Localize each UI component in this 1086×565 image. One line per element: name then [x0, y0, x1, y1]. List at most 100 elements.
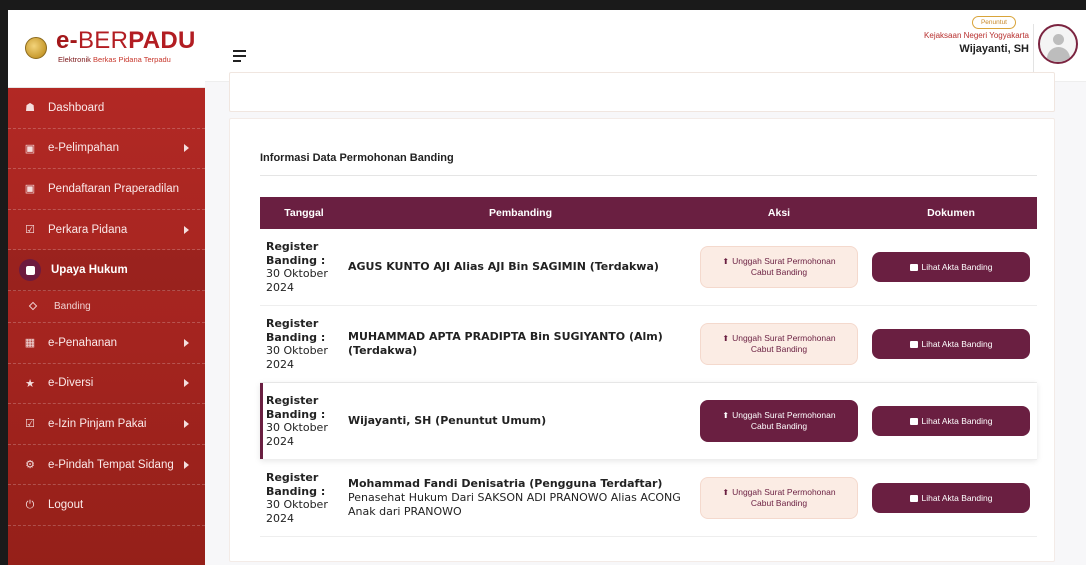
column-header-tanggal: Tanggal: [284, 207, 324, 219]
appellant-detail: Penasehat Hukum Dari SAKSON ADI PRANOWO …: [348, 491, 681, 518]
brand-subtitle: Elektronik Berkas Pidana Terpadu: [58, 55, 171, 64]
star-icon: ★: [25, 377, 35, 390]
sidebar-item-logout[interactable]: ⏻ Logout: [8, 485, 205, 526]
view-akta-button[interactable]: Lihat Akta Banding: [872, 252, 1030, 282]
action-cell: ⬆ Unggah Surat Permohonan Cabut Banding: [693, 246, 865, 288]
date-cell: Register Banding : 30 Oktober 2024: [260, 240, 348, 294]
divider: [260, 175, 1037, 176]
archive-icon: [909, 340, 918, 348]
sidebar-item-label: e-Penahanan: [48, 336, 118, 349]
archive-icon: [909, 417, 918, 425]
register-date: 30 Oktober 2024: [266, 344, 328, 371]
role-badge: Penuntut: [971, 16, 1016, 29]
user-name[interactable]: Wijayanti, SH: [959, 43, 1029, 55]
appellant-name: Wijayanti, SH (Penuntut Umum): [348, 414, 547, 427]
sidebar-item-label: e-Diversi: [48, 377, 94, 390]
archive-icon: [909, 494, 918, 502]
appellant-name: AGUS KUNTO AJI Alias AJI Bin SAGIMIN (Te…: [348, 260, 659, 273]
appellant-cell: Wijayanti, SH (Penuntut Umum): [348, 414, 693, 428]
view-akta-button[interactable]: Lihat Akta Banding: [872, 329, 1030, 359]
upload-withdrawal-button[interactable]: ⬆ Unggah Surat Permohonan Cabut Banding: [700, 246, 858, 288]
main-content: Informasi Data Permohonan Banding Tangga…: [205, 72, 1086, 565]
column-header-dokumen: Dokumen: [927, 207, 975, 219]
hamburger-menu-icon[interactable]: [233, 50, 246, 65]
sidebar-item-e-penahanan[interactable]: ▦ e-Penahanan: [8, 323, 205, 364]
card-previous: [229, 72, 1055, 112]
document-cell: Lihat Akta Banding: [865, 252, 1037, 282]
upload-icon: ⬆: [722, 488, 730, 497]
upload-icon: ⬆: [722, 411, 730, 420]
table-row: Register Banding : 30 Oktober 2024 MUHAM…: [260, 306, 1037, 383]
brand-logo[interactable]: e-BERPADU Elektronik Berkas Pidana Terpa…: [8, 10, 205, 88]
sidebar-item-label: Banding: [54, 300, 91, 312]
action-cell: ⬆ Unggah Surat Permohonan Cabut Banding: [693, 400, 865, 442]
sidebar-item-perkara-pidana[interactable]: ☑ Perkara Pidana: [8, 210, 205, 251]
sidebar-item-label: Logout: [48, 499, 84, 512]
upload-withdrawal-button[interactable]: ⬆ Unggah Surat Permohonan Cabut Banding: [700, 477, 858, 519]
chevron-right-icon: [184, 225, 189, 234]
check-icon: ☑: [25, 418, 35, 431]
upload-withdrawal-button[interactable]: ⬆ Unggah Surat Permohonan Cabut Banding: [700, 323, 858, 365]
sidebar-item-label: Perkara Pidana: [48, 223, 128, 236]
sidebar-item-e-diversi[interactable]: ★ e-Diversi: [8, 364, 205, 405]
sidebar-item-e-izin-pinjam-pakai[interactable]: ☑ e-Izin Pinjam Pakai: [8, 404, 205, 445]
action-cell: ⬆ Unggah Surat Permohonan Cabut Banding: [693, 477, 865, 519]
banding-table: Tanggal Pembanding Aksi Dokumen Register…: [260, 197, 1037, 537]
org-name: Kejaksaan Negeri Yogyakarta: [924, 31, 1029, 40]
appellant-cell: Mohammad Fandi Denisatria (Pengguna Terd…: [348, 477, 693, 519]
sidebar-item-label: Upaya Hukum: [51, 264, 128, 277]
chevron-right-icon: [184, 460, 189, 469]
diamond-icon: [28, 302, 38, 311]
archive-icon: [909, 263, 918, 271]
chevron-right-icon: [184, 144, 189, 153]
sidebar-item-e-pelimpahan[interactable]: ▣ e-Pelimpahan: [8, 129, 205, 170]
appellant-name: Mohammad Fandi Denisatria (Pengguna Terd…: [348, 477, 663, 490]
power-icon: ⏻: [25, 498, 35, 511]
sidebar-item-label: e-Izin Pinjam Pakai: [48, 417, 147, 430]
sidebar-item-label: Dashboard: [48, 101, 105, 114]
sidebar-item-e-pindah-tempat-sidang[interactable]: ⚙ e-Pindah Tempat Sidang: [8, 445, 205, 486]
home-icon: ☗: [25, 102, 35, 115]
sidebar-item-banding[interactable]: Banding: [8, 291, 205, 323]
app-frame: e-BERPADU Elektronik Berkas Pidana Terpa…: [8, 10, 1086, 565]
document-cell: Lihat Akta Banding: [865, 483, 1037, 513]
register-label: Register Banding :: [266, 394, 326, 421]
avatar[interactable]: [1038, 24, 1078, 64]
action-cell: ⬆ Unggah Surat Permohonan Cabut Banding: [693, 323, 865, 365]
grid-icon: ▦: [24, 337, 36, 350]
sidebar-item-upaya-hukum[interactable]: Upaya Hukum: [8, 250, 205, 291]
sidebar-item-dashboard[interactable]: ☗ Dashboard: [8, 88, 205, 129]
upload-icon: ⬆: [722, 334, 730, 343]
view-akta-button[interactable]: Lihat Akta Banding: [872, 483, 1030, 513]
gear-icon: ⚙: [25, 459, 35, 472]
banding-card: Informasi Data Permohonan Banding Tangga…: [229, 118, 1055, 562]
register-date: 30 Oktober 2024: [266, 267, 328, 294]
document-cell: Lihat Akta Banding: [865, 329, 1037, 359]
sidebar-menu: ☗ Dashboard ▣ e-Pelimpahan ▣ Pendaftaran…: [8, 88, 205, 526]
register-label: Register Banding :: [266, 317, 326, 344]
table-row: Register Banding : 30 Oktober 2024 AGUS …: [260, 229, 1037, 306]
table-row-selected: Register Banding : 30 Oktober 2024 Wijay…: [260, 383, 1037, 460]
chevron-right-icon: [184, 338, 189, 347]
brand-title: e-BERPADU: [56, 27, 196, 54]
view-akta-button[interactable]: Lihat Akta Banding: [872, 406, 1030, 436]
sidebar-item-label: e-Pindah Tempat Sidang: [48, 458, 174, 471]
date-cell: Register Banding : 30 Oktober 2024: [260, 394, 348, 448]
register-label: Register Banding :: [266, 240, 326, 267]
emblem-icon: [25, 37, 47, 59]
file-icon: [19, 259, 41, 282]
column-header-aksi: Aksi: [767, 207, 791, 219]
appellant-cell: MUHAMMAD APTA PRADIPTA Bin SUGIYANTO (Al…: [348, 330, 693, 358]
chevron-right-icon: [184, 379, 189, 388]
date-cell: Register Banding : 30 Oktober 2024: [260, 317, 348, 371]
check-icon: ☑: [25, 224, 35, 237]
appellant-cell: AGUS KUNTO AJI Alias AJI Bin SAGIMIN (Te…: [348, 260, 693, 274]
upload-withdrawal-button[interactable]: ⬆ Unggah Surat Permohonan Cabut Banding: [700, 400, 858, 442]
upload-icon: ⬆: [722, 257, 730, 266]
divider: [1033, 24, 1034, 72]
appellant-name: MUHAMMAD APTA PRADIPTA Bin SUGIYANTO (Al…: [348, 330, 663, 357]
table-header: Tanggal Pembanding Aksi Dokumen: [260, 197, 1037, 229]
sidebar-item-praperadilan[interactable]: ▣ Pendaftaran Praperadilan: [8, 169, 205, 210]
register-date: 30 Oktober 2024: [266, 498, 328, 525]
section-title: Informasi Data Permohonan Banding: [260, 152, 454, 164]
